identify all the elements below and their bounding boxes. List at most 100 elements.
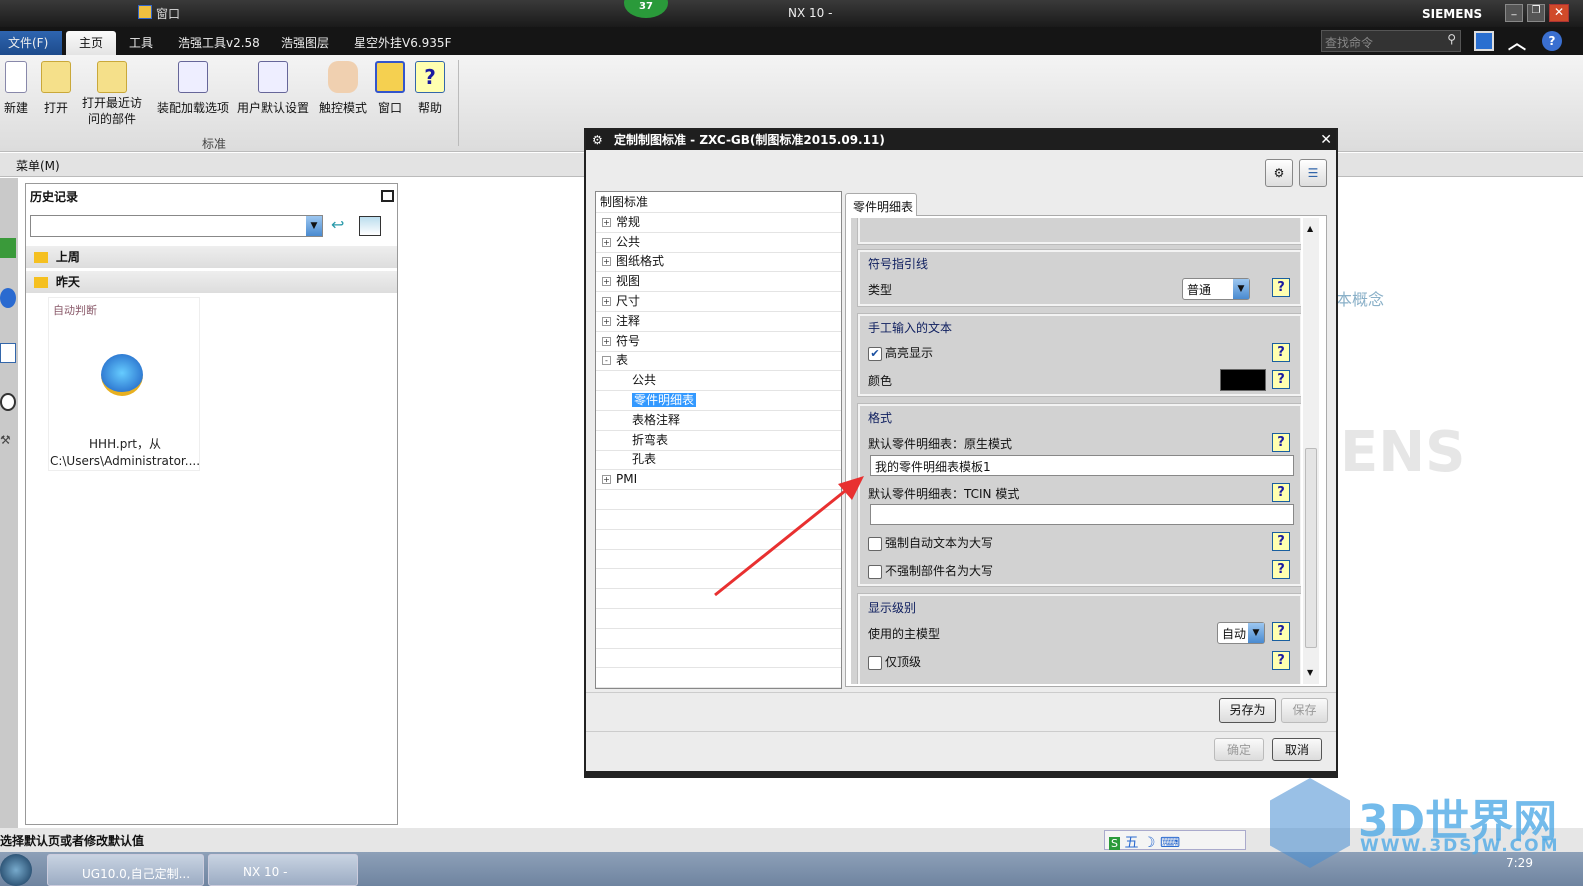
minimize-button[interactable]: _ [1505, 4, 1523, 22]
tree-node[interactable]: + 常规 [596, 213, 841, 233]
open-recent-button[interactable]: 打开最近访 问的部件 [78, 61, 146, 127]
scroll-down-icon[interactable]: ▼ [1307, 668, 1313, 677]
user-defaults-button[interactable]: 用户默认设置 [236, 61, 310, 116]
help-icon[interactable]: ? [1272, 343, 1290, 362]
collapse-icon[interactable]: - [602, 356, 611, 366]
expand-icon[interactable]: + [602, 316, 611, 326]
expand-icon[interactable]: + [602, 237, 611, 247]
expand-icon[interactable]: + [602, 475, 611, 485]
palette-icon[interactable] [0, 343, 16, 363]
checkbox-checked[interactable]: ✔ [868, 346, 882, 361]
force-uppercase-checkbox[interactable]: 强制自动文本为大写 [868, 534, 993, 551]
tab-parts-list[interactable]: 零件明细表 [845, 193, 917, 216]
tab-file[interactable]: 文件(F) [0, 31, 62, 55]
help-icon[interactable]: ? [1272, 651, 1290, 670]
highlight-checkbox[interactable]: ✔ 高亮显示 [868, 344, 933, 361]
help-icon[interactable]: ? [1272, 622, 1290, 641]
help-icon[interactable]: ? [1272, 560, 1290, 579]
tree-node[interactable]: + 视图 [596, 272, 841, 293]
tree-node[interactable]: 公共 [596, 371, 841, 392]
ok-button[interactable]: 确定 [1214, 738, 1264, 761]
tab-haoqiang-tools[interactable]: 浩强工具v2.58 [170, 31, 268, 55]
checkbox-unchecked[interactable] [868, 564, 882, 579]
tree-node[interactable]: + 符号 [596, 332, 841, 352]
expand-icon[interactable]: + [602, 277, 611, 287]
help-icon[interactable]: ? [1542, 31, 1562, 51]
tools-icon[interactable]: ⚒ [0, 433, 16, 453]
web-browser-icon[interactable] [0, 288, 16, 308]
expand-icon[interactable]: + [602, 297, 611, 306]
tree-node[interactable]: 折弯表 [596, 431, 841, 451]
scroll-up-icon[interactable]: ▲ [1307, 224, 1313, 233]
collapse-ribbon-icon[interactable]: ︿ [1508, 29, 1526, 55]
tree-node[interactable]: 孔表 [596, 450, 841, 471]
save-button[interactable]: 保存 [1281, 698, 1328, 723]
assembly-load-options-button[interactable]: 装配加载选项 [156, 61, 230, 116]
checkbox-unchecked[interactable] [868, 536, 882, 551]
new-button[interactable]: 新建 [2, 61, 30, 116]
expand-icon[interactable]: + [602, 257, 611, 267]
window-icon[interactable] [138, 5, 152, 19]
expand-icon[interactable]: + [602, 336, 611, 346]
assembly-navigator-icon[interactable] [0, 238, 16, 258]
tab-tools[interactable]: 工具 [121, 31, 161, 55]
help-icon[interactable]: ? [1272, 278, 1290, 297]
dialog-close-button[interactable]: ✕ [1320, 130, 1332, 150]
no-force-part-uppercase-checkbox[interactable]: 不强制部件名为大写 [868, 562, 993, 579]
help-icon[interactable]: ? [1272, 532, 1290, 551]
ime-mode[interactable]: 五 [1124, 835, 1138, 851]
open-button[interactable]: 打开 [40, 61, 72, 116]
help-icon[interactable]: ? [1272, 433, 1290, 452]
scrollbar-thumb[interactable] [1305, 448, 1317, 648]
tree-node[interactable]: + 注释 [596, 312, 841, 332]
help-button[interactable]: ? 帮助 [415, 61, 445, 116]
ime-toolbar[interactable]: S 五 ☽ ⌨ [1104, 830, 1246, 851]
checkbox-unchecked[interactable] [868, 655, 882, 670]
tree-node[interactable]: + 公共 [596, 233, 841, 253]
tree-node[interactable]: + 尺寸 [596, 292, 841, 312]
history-clock-icon[interactable] [0, 393, 16, 411]
tcin-template-input[interactable] [870, 504, 1294, 525]
master-model-select[interactable]: 自动 ▼ [1217, 622, 1265, 644]
back-arrow-icon[interactable]: ↩ [331, 215, 344, 234]
help-icon[interactable]: ? [1272, 370, 1290, 389]
tree-node[interactable]: -表 [596, 351, 841, 372]
history-filter-input[interactable]: ▼ [30, 215, 323, 237]
restore-button[interactable]: ❐ [1527, 4, 1545, 22]
scrollbar[interactable]: ▲ ▼ [1303, 218, 1319, 684]
native-template-input[interactable]: 我的零件明细表模板1 [870, 455, 1294, 476]
expand-icon[interactable]: + [602, 217, 611, 227]
cancel-button[interactable]: 取消 [1272, 738, 1322, 761]
fullscreen-icon[interactable] [1474, 31, 1494, 51]
info-list-icon[interactable]: ☰ [1299, 159, 1327, 187]
quick-window-label[interactable]: 窗口 [156, 5, 180, 22]
save-as-button[interactable]: 另存为 [1219, 698, 1276, 723]
history-item[interactable]: 自动判断 HHH.prt，从 C:\Users\Administrator...… [48, 297, 200, 471]
help-icon[interactable]: ? [1272, 483, 1290, 502]
history-group-yesterday[interactable]: 昨天 [26, 271, 397, 293]
taskbar-item-nx[interactable]: NX 10 - [208, 854, 358, 886]
command-search-input[interactable]: 查找命令 ⚲ [1321, 30, 1461, 52]
tab-haoqiang-layers[interactable]: 浩强图层 [273, 31, 337, 55]
tab-home[interactable]: 主页 [66, 31, 116, 55]
tree-node[interactable]: 零件明细表 [596, 391, 841, 411]
maximize-panel-icon[interactable] [381, 190, 394, 202]
chevron-down-icon[interactable]: ▼ [306, 216, 322, 236]
window-button[interactable]: 窗口 [375, 61, 405, 116]
tab-xingkong[interactable]: 星空外挂V6.935F [346, 31, 459, 55]
color-swatch[interactable] [1220, 369, 1266, 391]
view-thumbnail-icon[interactable] [359, 216, 381, 236]
load-settings-icon[interactable]: ⚙ [1265, 159, 1293, 187]
taskbar-item-browser[interactable]: UG10.0,自己定制... [47, 854, 204, 886]
start-button[interactable] [0, 854, 32, 886]
clock-time[interactable]: 7:29 [1506, 856, 1533, 870]
tree-node[interactable]: + 图纸格式 [596, 252, 841, 273]
tree-node[interactable]: 制图标准 [596, 193, 841, 213]
leader-type-select[interactable]: 普通 ▼ [1182, 278, 1250, 300]
top-level-only-checkbox[interactable]: 仅顶级 [868, 653, 921, 670]
history-group-last-week[interactable]: 上周 [26, 246, 397, 268]
tree-node[interactable]: + PMI [596, 470, 841, 491]
close-button[interactable]: ✕ [1549, 4, 1569, 22]
tree-node[interactable]: 表格注释 [596, 411, 841, 431]
touch-mode-button[interactable]: 触控模式 [318, 61, 368, 116]
